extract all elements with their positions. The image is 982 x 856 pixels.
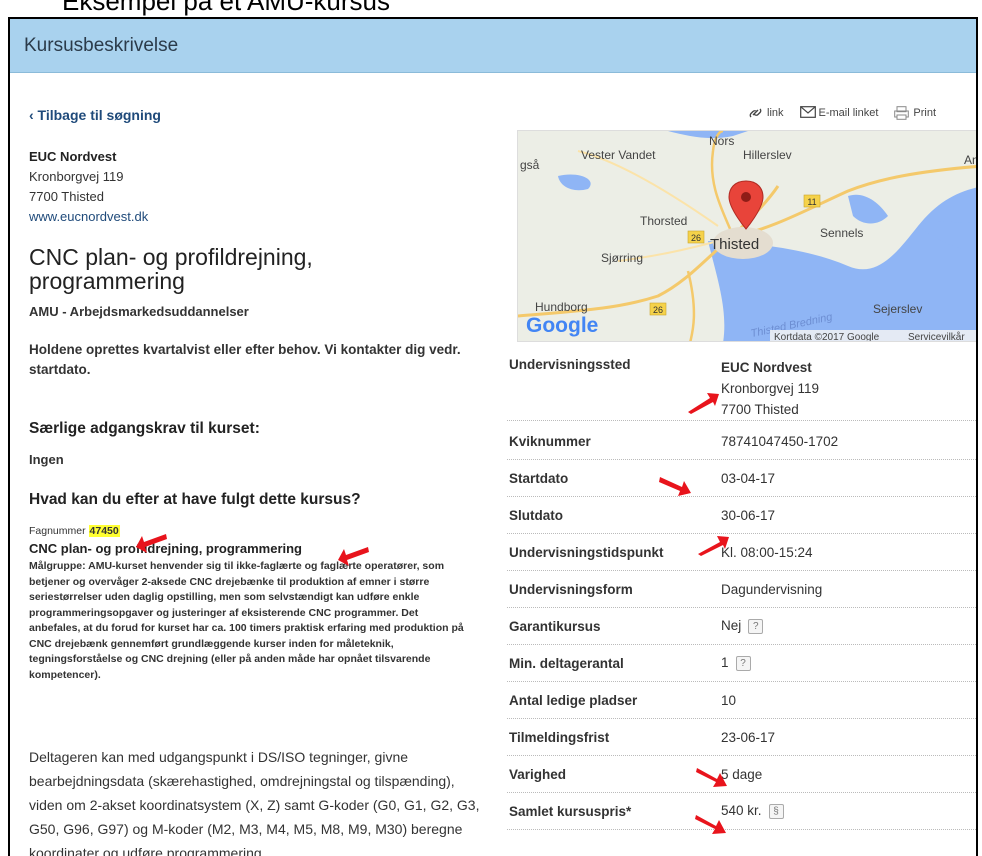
info-label: Slutdato [509, 507, 563, 523]
info-value: 30-06-17 [721, 507, 776, 523]
red-arrow-icon [695, 815, 726, 834]
page-header: Kursusbeskrivelse [10, 19, 976, 73]
course-title: CNC plan- og profildrejning, programmeri… [29, 244, 313, 294]
info-label: Samlet kursuspris* [509, 803, 632, 819]
info-row-antal-ledige-pladser: Antal ledige pladser 10 [507, 682, 976, 719]
red-arrow-icon [696, 768, 727, 787]
course-info-table: Undervisningssted EUC Nordvest Kronborgv… [507, 347, 976, 830]
link-label[interactable]: link [767, 107, 784, 119]
help-icon[interactable]: ? [735, 655, 751, 671]
help-icon[interactable]: ? [748, 618, 764, 634]
provider-block: EUC Nordvest Kronborgvej 119 7700 Thiste… [29, 147, 148, 227]
location-city: 7700 Thisted [721, 402, 799, 417]
fagnummer-label: Fagnummer [29, 525, 86, 537]
map-label-sjorring: Sjørring [601, 251, 643, 265]
info-value: 78741047450-1702 [721, 433, 839, 449]
garantikursus-value: Nej [721, 618, 742, 634]
map-label-hundborg: Hundborg [535, 300, 588, 314]
info-value: 540 kr. § [721, 803, 784, 819]
link-icon[interactable] [748, 106, 763, 120]
info-row-min-deltagerantal: Min. deltagerantal 1? [507, 645, 976, 682]
map-label-sejerslev: Sejerslev [873, 302, 922, 316]
map-label-thisted: Thisted [710, 236, 759, 253]
info-label: Tilmeldingsfrist [509, 729, 610, 745]
map-attribution: Kortdata ©2017 Google [774, 332, 880, 342]
course-intro: Holdene oprettes kvartalvist eller efter… [29, 342, 461, 377]
info-value: 03-04-17 [721, 470, 776, 486]
google-logo: Google [526, 314, 598, 337]
provider-city: 7700 Thisted [29, 189, 104, 204]
map-label-gsa: gså [520, 158, 540, 172]
location-name: EUC Nordvest [721, 360, 812, 375]
road-shield-26-north: 26 [691, 233, 701, 243]
info-label: Kviknummer [509, 433, 591, 449]
map-terms-link: Servicevilkår [908, 331, 965, 342]
deltager-text: Deltageren kan med udgangspunkt i DS/ISO… [29, 749, 480, 856]
map-label-nors: Nors [709, 134, 734, 148]
red-arrow-icon [688, 393, 719, 414]
slide-caption: Eksempel på et AMU-kursus [62, 0, 391, 16]
requirements-heading: Særlige adgangskrav til kurset: [29, 420, 260, 437]
info-value: 1? [721, 655, 751, 671]
page-title: Kursusbeskrivelse [24, 34, 179, 56]
info-label: Min. deltagerantal [509, 655, 624, 671]
info-value: Dagundervisning [721, 581, 823, 597]
provider-website-link[interactable]: www.eucnordvest.dk [29, 209, 148, 224]
location-street: Kronborgvej 119 [721, 381, 820, 396]
info-value: Kl. 08:00-15:24 [721, 544, 813, 560]
info-row-kviknummer: Kviknummer 78741047450-1702 [507, 423, 976, 460]
red-arrow-icon [659, 477, 691, 496]
info-row-tilmeldingsfrist: Tilmeldingsfrist 23-06-17 [507, 719, 976, 756]
provider-street: Kronborgvej 119 [29, 169, 124, 184]
requirements-value: Ingen [29, 452, 64, 467]
info-row-varighed: Varighed 5 dage [507, 756, 976, 793]
map-label-vester-vandet: Vester Vandet [581, 148, 656, 162]
print-label[interactable]: Print [913, 107, 936, 119]
info-value: 10 [721, 692, 737, 708]
provider-name: EUC Nordvest [29, 149, 117, 164]
info-row-undervisningssted: Undervisningssted EUC Nordvest Kronborgv… [507, 347, 976, 421]
map-label-hillerslev: Hillerslev [743, 148, 792, 162]
print-icon[interactable] [894, 106, 910, 120]
info-value: 23-06-17 [721, 729, 776, 745]
red-arrow-icon [698, 536, 729, 556]
info-label: Undervisningsform [509, 581, 633, 597]
price-info-icon[interactable]: § [768, 803, 784, 819]
browser-frame: Kursusbeskrivelse ‹ Tilbage til søgning … [8, 17, 978, 856]
fagnummer-row: Fagnummer 47450 [29, 525, 120, 537]
back-to-search-link[interactable]: ‹ Tilbage til søgning [29, 107, 161, 123]
course-type: AMU - Arbejdsmarkedsuddannelser [29, 304, 249, 319]
map-label-thorsted: Thorsted [640, 214, 687, 228]
map-label-an: An [964, 153, 978, 167]
road-shield-26-south: 26 [653, 305, 663, 315]
info-label: Antal ledige pladser [509, 692, 638, 708]
location-map[interactable]: Nors Vester Vandet Hillerslev Thorsted T… [517, 130, 978, 342]
maalgruppe-text: Målgruppe: AMU-kurset henvender sig til … [29, 560, 464, 681]
share-tools: link E-mail linket Print [748, 106, 936, 120]
email-icon[interactable] [799, 106, 816, 120]
min-deltagerantal-value: 1 [721, 655, 729, 671]
info-value: Nej? [721, 618, 764, 634]
info-row-slutdato: Slutdato 30-06-17 [507, 497, 976, 534]
info-row-undervisningsform: Undervisningsform Dagundervisning [507, 571, 976, 608]
info-row-undervisningstidspunkt: Undervisningstidspunkt Kl. 08:00-15:24 [507, 534, 976, 571]
info-label: Undervisningstidspunkt [509, 544, 664, 560]
email-link-label[interactable]: E-mail linket [819, 107, 879, 119]
info-label: Varighed [509, 766, 567, 782]
info-row-startdato: Startdato 03-04-17 [507, 460, 976, 497]
info-row-garantikursus: Garantikursus Nej? [507, 608, 976, 645]
info-label: Garantikursus [509, 618, 601, 634]
map-label-sennels: Sennels [820, 226, 863, 240]
red-arrow-icon [136, 534, 167, 553]
after-course-heading: Hvad kan du efter at have fulgt dette ku… [29, 491, 361, 508]
info-row-samlet-kursuspris: Samlet kursuspris* 540 kr. § [507, 793, 976, 830]
road-shield-11: 11 [807, 197, 816, 207]
red-arrow-icon [338, 547, 369, 566]
fagnummer-value: 47450 [88, 525, 120, 537]
info-value: EUC Nordvest Kronborgvej 119 7700 Thiste… [721, 357, 819, 420]
